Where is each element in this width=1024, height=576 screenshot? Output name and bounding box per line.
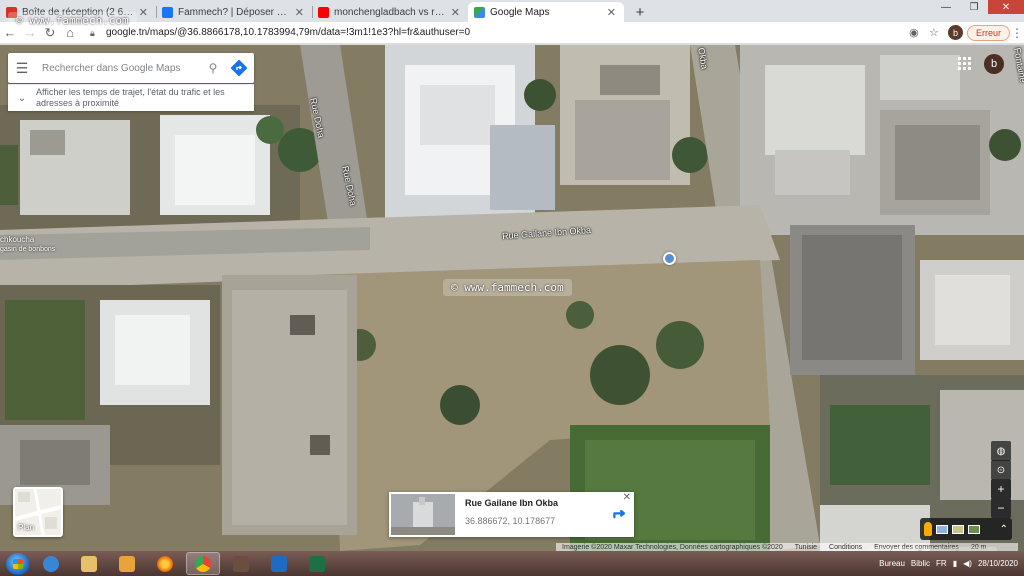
error-label: Erreur <box>975 27 1001 38</box>
location-icon[interactable]: ◉ <box>904 26 924 39</box>
tab-close-icon[interactable]: ✕ <box>451 6 460 19</box>
watermark-center: © www.fammech.com <box>443 279 572 296</box>
browser-toolbar: ← → ↻ ⌂ 🔒︎ google.tn/maps/@36.8866178,10… <box>0 22 1024 44</box>
attribution-country[interactable]: Tunisie <box>795 544 817 551</box>
firefox-icon <box>157 555 173 572</box>
map-viewport[interactable]: Rue Doha Rue Doha Rue Gailane Ibn Okba O… <box>0 45 1024 551</box>
library-toolbar-label[interactable]: Biblic <box>911 559 930 568</box>
my-location-icon[interactable]: ⊙ <box>991 460 1011 480</box>
taskbar-firefox[interactable] <box>148 552 182 575</box>
close-window-button[interactable]: ✕ <box>988 0 1024 14</box>
maximize-button[interactable]: ❐ <box>960 0 988 14</box>
location-pin-icon[interactable] <box>663 252 676 265</box>
attribution-terms[interactable]: Conditions <box>829 544 862 551</box>
taskbar-media-player[interactable] <box>110 552 144 575</box>
desktop-toolbar-label[interactable]: Bureau <box>879 559 905 568</box>
taskbar-excel[interactable] <box>300 552 334 575</box>
zoom-out-button[interactable]: − <box>991 498 1011 518</box>
clock-date: 28/10/2020 <box>977 559 1018 568</box>
volume-icon[interactable]: ◀) <box>963 559 972 568</box>
expand-icon[interactable]: ⌃ <box>1000 524 1008 535</box>
maps-search-box: ☰ ⚲ <box>8 53 254 83</box>
system-tray: Bureau Biblic FR ▮ ◀) 28/10/2020 <box>879 559 1024 568</box>
new-tab-button[interactable]: + <box>630 2 650 22</box>
windows-taskbar: Bureau Biblic FR ▮ ◀) 28/10/2020 <box>0 551 1024 576</box>
location-info-card[interactable]: Rue Gailane Ibn Okba 36.886672, 10.17867… <box>389 492 634 537</box>
tab-youtube[interactable]: monchengladbach vs real madrid ✕ <box>312 2 468 22</box>
taskbar-chrome[interactable] <box>186 552 220 575</box>
facebook-icon <box>162 7 173 18</box>
url-text: google.tn/maps/@36.8866178,10.1783994,79… <box>106 27 471 38</box>
attribution-text: Imagerie ©2020 Maxar Technologies, Donné… <box>562 544 783 551</box>
nearby-info-panel[interactable]: ⌄ Afficher les temps de trajet, l'état d… <box>8 84 254 111</box>
windows-logo-icon <box>13 558 23 569</box>
taskbar-app-house[interactable] <box>224 552 258 575</box>
satellite-imagery <box>0 45 1024 551</box>
lock-icon[interactable]: 🔒︎ <box>90 28 100 38</box>
menu-dots-icon[interactable]: ⋮ <box>1010 26 1024 40</box>
tab-close-icon[interactable]: ✕ <box>607 6 616 19</box>
street-view-thumbnail[interactable] <box>391 494 455 535</box>
profile-avatar[interactable]: b <box>947 25 963 40</box>
pegman-icon[interactable] <box>924 522 932 536</box>
google-apps-icon[interactable] <box>958 57 972 71</box>
clock[interactable]: 28/10/2020 <box>978 559 1018 568</box>
tab-close-icon[interactable]: ✕ <box>139 6 148 19</box>
place-label-gasin[interactable]: gasin de bonbons <box>0 246 55 253</box>
account-avatar[interactable]: b <box>984 54 1004 74</box>
nearby-info-text: Afficher les temps de trajet, l'état du … <box>36 87 225 108</box>
address-bar[interactable]: 🔒︎ google.tn/maps/@36.8866178,10.1783994… <box>90 24 904 42</box>
app-house-icon <box>233 555 249 572</box>
street-view-image <box>391 494 455 535</box>
media-player-icon <box>119 555 135 572</box>
language-indicator[interactable]: FR <box>936 559 947 568</box>
globe-icon[interactable]: ◍ <box>991 441 1011 461</box>
start-button[interactable] <box>6 552 30 575</box>
explorer-icon <box>81 555 97 572</box>
thumbnail-icon[interactable] <box>952 524 964 534</box>
taskbar-explorer[interactable] <box>72 552 106 575</box>
directions-icon <box>231 60 247 76</box>
tab-label: Google Maps <box>490 6 550 18</box>
window-controls: — ❐ ✕ <box>932 0 1024 14</box>
ie-icon <box>43 555 59 572</box>
youtube-icon <box>318 7 329 18</box>
search-input[interactable] <box>36 62 202 74</box>
network-icon[interactable]: ▮ <box>953 559 957 568</box>
directions-icon <box>613 509 626 518</box>
tab-strip: Boîte de réception (2 609) - lotfi ✕ Fam… <box>0 0 1024 22</box>
tab-label: monchengladbach vs real madrid <box>334 6 447 18</box>
thumbnail-icon[interactable] <box>936 524 948 534</box>
thumbnail-icon[interactable] <box>968 524 980 534</box>
outlook-icon <box>271 555 287 572</box>
directions-button[interactable] <box>224 60 254 76</box>
zoom-in-button[interactable]: + <box>991 479 1011 499</box>
close-icon[interactable]: ✕ <box>623 492 631 503</box>
sync-error-button[interactable]: Erreur <box>966 24 1010 41</box>
star-icon[interactable]: ☆ <box>924 26 944 39</box>
watermark-top: © www.fammech.com <box>8 12 137 29</box>
taskbar-outlook[interactable] <box>262 552 296 575</box>
excel-icon <box>309 555 325 572</box>
minimize-button[interactable]: — <box>932 0 960 14</box>
hamburger-menu-icon[interactable]: ☰ <box>8 60 36 77</box>
maps-icon <box>474 7 485 18</box>
street-view-strip[interactable]: ⌃ <box>920 518 1012 540</box>
info-card-title: Rue Gailane Ibn Okba <box>465 498 559 508</box>
tab-google-maps[interactable]: Google Maps ✕ <box>468 2 624 22</box>
place-label-chkoucha[interactable]: chkoucha <box>0 235 34 244</box>
taskbar-ie[interactable] <box>34 552 68 575</box>
tab-close-icon[interactable]: ✕ <box>295 6 304 19</box>
info-card-coordinates: 36.886672, 10.178677 <box>465 516 556 526</box>
tab-facebook[interactable]: Fammech? | Déposer une annonce ✕ <box>156 2 312 22</box>
tab-label: Fammech? | Déposer une annonce <box>178 6 291 18</box>
chevron-down-icon[interactable]: ⌄ <box>8 93 36 104</box>
chrome-icon <box>195 555 211 572</box>
layer-toggle-label: Plan <box>18 523 35 532</box>
search-icon[interactable]: ⚲ <box>202 61 224 75</box>
map-layer-toggle[interactable]: Plan <box>13 487 63 537</box>
